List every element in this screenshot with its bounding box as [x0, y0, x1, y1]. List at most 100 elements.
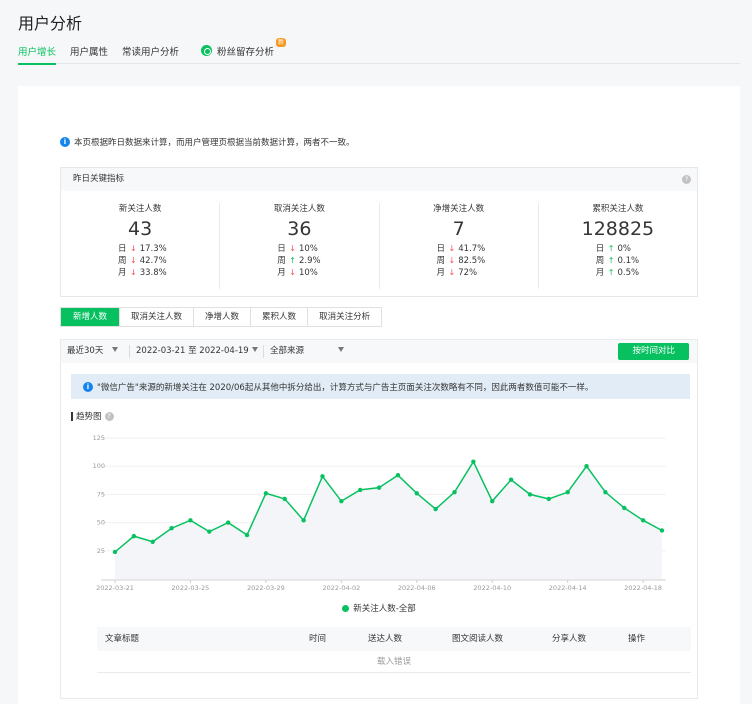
period-label: 周	[595, 256, 605, 266]
kpi-title: 累积关注人数	[592, 204, 644, 214]
data-point	[565, 489, 570, 495]
chart-legend[interactable]: 新关注人数-全部	[61, 602, 697, 614]
kpi-header: 昨日关键指标 ?	[61, 168, 697, 191]
data-point	[376, 485, 382, 490]
help-icon[interactable]: ?	[682, 175, 691, 184]
column-header: 分享人数	[552, 634, 587, 644]
data-point	[358, 487, 363, 493]
arrow-down-icon: ↓	[130, 244, 137, 253]
new-badge: 新	[276, 38, 287, 47]
data-point	[282, 496, 287, 502]
chevron-down-icon	[338, 347, 345, 352]
data-point	[603, 489, 608, 495]
data-point	[527, 492, 533, 497]
kpi-change: 日 ↓ 41.7%	[437, 243, 538, 255]
metric-tab[interactable]: 净增人数	[194, 308, 252, 326]
data-point	[131, 533, 137, 539]
period-label: 日	[118, 244, 127, 254]
period-label: 月	[436, 268, 446, 278]
period-label: 月	[595, 268, 605, 278]
kpi-change: 周 ↑ 0.1%	[596, 255, 697, 267]
y-tick-label: 25	[97, 547, 105, 555]
data-point	[414, 491, 419, 496]
data-point	[339, 498, 344, 504]
period-label: 日	[595, 244, 605, 254]
kpi-change-value: 41.7%	[458, 244, 486, 254]
table-empty-row: 载入错误	[97, 651, 691, 673]
x-tick-label: 2022-04-10	[473, 584, 511, 592]
ad-source-notice-text: "微信广告"来源的新增关注在 2020/06起从其他中拆分给出，计算方式与广告主…	[97, 382, 594, 393]
kpi-changes: 日 ↑ 0% 周 ↑ 0.1% 月 ↑ 0.5%	[596, 243, 697, 279]
arrow-down-icon: ↓	[448, 256, 456, 265]
column-header: 送达人数	[368, 634, 403, 644]
tab-frequent-readers[interactable]: 常读用户分析	[122, 44, 179, 64]
data-notice-text: 本页根据昨日数据来计算，而用户管理页根据当前数据计算，两者不一致。	[74, 138, 355, 148]
kpi-change: 周 ↓ 42.7%	[118, 255, 219, 267]
data-point	[546, 496, 552, 502]
source-select[interactable]: 全部来源	[270, 340, 345, 363]
data-point	[640, 518, 646, 523]
data-point	[207, 529, 212, 534]
kpi-change-value: 10%	[298, 268, 318, 278]
kpi-change: 日 ↓ 17.3%	[118, 243, 219, 255]
kpi-changes: 日 ↓ 41.7% 周 ↓ 82.5% 月 ↓ 72%	[437, 243, 538, 279]
chevron-down-icon	[112, 347, 119, 352]
kpi-change: 周 ↑ 2.9%	[277, 255, 378, 267]
arrow-up-icon: ↑	[607, 268, 615, 277]
data-point	[622, 505, 627, 511]
compare-by-time-button[interactable]: 按时间对比	[618, 343, 689, 360]
help-icon[interactable]: ?	[104, 411, 114, 421]
x-tick-label: 2022-04-14	[549, 584, 587, 592]
kpi-value: 36	[287, 218, 312, 240]
data-point	[659, 528, 665, 533]
date-range-picker[interactable]: 2022-03-21 至 2022-04-19	[136, 340, 258, 363]
metric-tab[interactable]: 新增人数	[61, 308, 121, 326]
article-table: 文章标题 时间 送达人数 图文阅读人数 分享人数 操作 载入错误	[97, 627, 691, 673]
data-point	[244, 532, 250, 538]
column-header: 图文阅读人数	[452, 634, 504, 644]
arrow-down-icon: ↓	[448, 268, 456, 277]
arrow-up-icon: ↑	[607, 256, 615, 265]
table-header: 文章标题 时间 送达人数 图文阅读人数 分享人数 操作	[97, 627, 691, 651]
range-select[interactable]: 最近30天	[67, 340, 119, 363]
kpi-change: 周 ↓ 82.5%	[437, 255, 538, 267]
arrow-down-icon: ↓	[289, 244, 296, 253]
metric-tab[interactable]: 累积人数	[251, 308, 309, 326]
x-tick-label: 2022-04-06	[398, 584, 436, 592]
filter-bar: 最近30天 2022-03-21 至 2022-04-19 全部来源 按时间对比	[61, 340, 697, 363]
data-point	[188, 518, 193, 523]
y-tick-label: 75	[97, 490, 105, 498]
column-header: 操作	[628, 634, 646, 644]
kpi-change: 日 ↓ 10%	[277, 243, 378, 255]
data-point	[225, 520, 231, 525]
metric-tab[interactable]: 取消关注人数	[120, 308, 195, 326]
x-tick-label: 2022-04-18	[624, 584, 662, 592]
tab-user-growth[interactable]: 用户增长	[18, 44, 57, 65]
data-point	[490, 498, 495, 504]
arrow-down-icon: ↓	[448, 244, 456, 253]
legend-label: 新关注人数-全部	[353, 604, 416, 614]
title-bar	[71, 411, 73, 421]
data-point	[112, 549, 118, 555]
tab-user-attributes[interactable]: 用户属性	[70, 44, 108, 64]
tab-fan-retention[interactable]: 粉丝留存分析 新	[201, 38, 287, 64]
data-point	[169, 526, 174, 531]
kpi-changes: 日 ↓ 10% 周 ↑ 2.9% 月 ↓ 10%	[277, 243, 378, 279]
kpi-change-value: 72%	[458, 268, 478, 278]
range-select-value: 最近30天	[67, 346, 104, 356]
info-icon: i	[60, 137, 70, 147]
kpi-change: 月 ↓ 72%	[437, 267, 538, 279]
data-point	[320, 474, 325, 479]
top-tab-bar: 用户增长 用户属性 常读用户分析 粉丝留存分析 新	[18, 38, 740, 65]
arrow-down-icon: ↓	[289, 268, 296, 277]
x-tick-label: 2022-04-02	[322, 584, 360, 592]
user-growth-card: i 本页根据昨日数据来计算，而用户管理页根据当前数据计算，两者不一致。 昨日关键…	[18, 86, 740, 704]
metric-tab[interactable]: 取消关注分析	[308, 308, 381, 326]
data-point	[263, 491, 269, 496]
info-icon: i	[83, 381, 93, 392]
period-label: 月	[277, 268, 286, 278]
kpi-header-title: 昨日关键指标	[73, 174, 125, 184]
y-tick-label: 50	[97, 519, 105, 527]
trend-line-chart: 25 50 75 100 125 2022-03-21 2022-03-25 2022-03-…	[93, 434, 666, 592]
data-point	[150, 539, 155, 544]
